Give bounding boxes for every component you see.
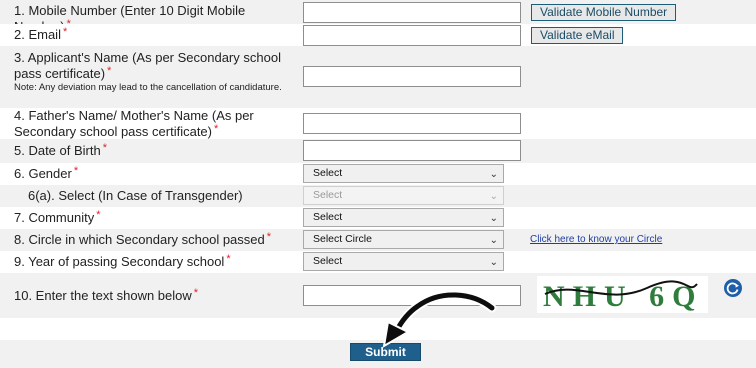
dob-label: 5. Date of Birth * [0, 139, 299, 163]
row-dob: 5. Date of Birth * [0, 139, 756, 163]
circle-select[interactable]: Select Circle ⌄ [303, 230, 504, 249]
deviation-note: Note: Any deviation may lead to the canc… [14, 82, 282, 93]
year-passing-select[interactable]: Select ⌄ [303, 252, 504, 271]
chevron-down-icon: ⌄ [489, 213, 498, 224]
transgender-select[interactable]: Select ⌄ [303, 186, 504, 205]
chevron-down-icon: ⌄ [489, 257, 498, 268]
community-select[interactable]: Select ⌄ [303, 208, 504, 227]
row-community: 7. Community * Select ⌄ [0, 207, 756, 229]
mobile-input[interactable] [303, 2, 521, 23]
row-gender: 6. Gender * Select ⌄ [0, 163, 756, 185]
submit-button[interactable]: Submit [350, 343, 421, 361]
captcha-label: 10. Enter the text shown below * [0, 273, 299, 318]
validate-mobile-button[interactable]: Validate Mobile Number [531, 4, 677, 21]
row-circle: 8. Circle in which Secondary school pass… [0, 229, 756, 251]
row-parent-name: 4. Father's Name/ Mother's Name (As per … [0, 108, 756, 139]
mobile-label: 1. Mobile Number (Enter 10 Digit Mobile … [0, 0, 299, 34]
row-email: 2. Email * Validate eMail [0, 24, 756, 46]
circle-label: 8. Circle in which Secondary school pass… [0, 229, 299, 251]
captcha-image: NHU 6Q [537, 276, 708, 313]
row-applicant-name: 3. Applicant's Name (As per Secondary sc… [0, 46, 756, 108]
email-label: 2. Email * [0, 24, 299, 46]
chevron-down-icon: ⌄ [489, 235, 498, 246]
svg-text:NHU 6Q: NHU 6Q [543, 280, 704, 313]
parent-name-label: 4. Father's Name/ Mother's Name (As per … [0, 108, 299, 139]
row-spacer [0, 318, 756, 340]
parent-name-input[interactable] [303, 113, 521, 134]
gender-select[interactable]: Select ⌄ [303, 164, 504, 183]
refresh-icon[interactable] [723, 278, 743, 298]
chevron-down-icon: ⌄ [489, 169, 498, 180]
row-transgender: 6(a). Select (In Case of Transgender) Se… [0, 185, 756, 207]
dob-input[interactable] [303, 140, 521, 161]
year-passing-label: 9. Year of passing Secondary school * [0, 251, 299, 273]
row-mobile: 1. Mobile Number (Enter 10 Digit Mobile … [0, 0, 756, 34]
know-circle-link[interactable]: Click here to know your Circle [530, 234, 662, 245]
row-year-passing: 9. Year of passing Secondary school * Sel… [0, 251, 756, 273]
captcha-graphic: NHU 6Q [543, 280, 704, 313]
gender-label: 6. Gender * [0, 163, 299, 185]
validate-email-button[interactable]: Validate eMail [531, 27, 624, 44]
community-label: 7. Community * [0, 207, 299, 229]
applicant-name-label: 3. Applicant's Name (As per Secondary sc… [0, 46, 299, 108]
applicant-name-input[interactable] [303, 66, 521, 87]
chevron-down-icon: ⌄ [489, 191, 498, 202]
transgender-label: 6(a). Select (In Case of Transgender) [0, 185, 299, 207]
email-input[interactable] [303, 25, 521, 46]
row-captcha: 10. Enter the text shown below * NHU 6Q [0, 273, 756, 318]
captcha-input[interactable] [303, 285, 521, 306]
